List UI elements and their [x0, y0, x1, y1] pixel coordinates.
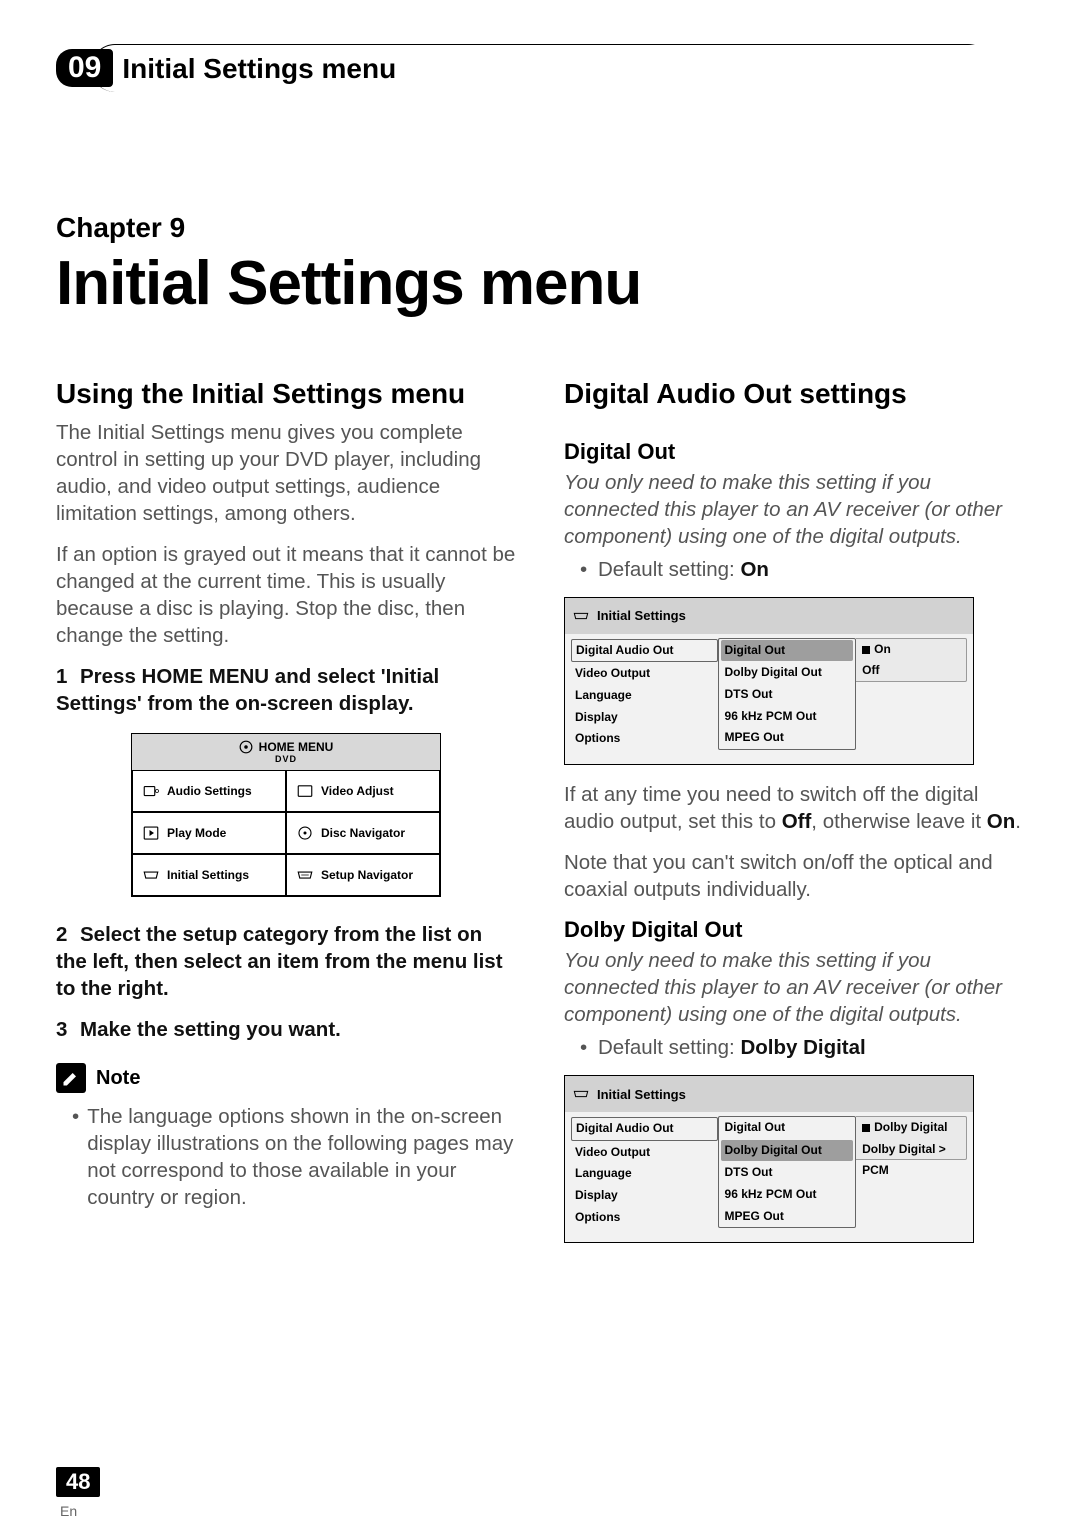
step-3: 3Make the setting you want.	[56, 1016, 516, 1043]
square-bullet-icon	[862, 1124, 870, 1132]
chapter-tab: 09	[56, 49, 113, 87]
settings-screenshot-digital-out: Initial Settings Digital Audio Out Video…	[564, 597, 974, 765]
settings1-col1: Digital Audio Out Video Output Language …	[571, 638, 718, 750]
using-section-title: Using the Initial Settings menu	[56, 377, 516, 411]
step-3-text: Make the setting you want.	[80, 1018, 341, 1041]
home-menu-header: HOME MENU DVD	[132, 734, 440, 770]
settings-header-2: Initial Settings	[565, 1076, 973, 1112]
home-menu-subtitle: DVD	[275, 754, 297, 764]
digital-out-heading: Digital Out	[564, 439, 1024, 465]
step-1: 1Press HOME MENU and select 'Initial Set…	[56, 663, 516, 717]
home-menu-cell-video-adjust: Video Adjust	[286, 770, 440, 812]
digital-out-default: Default setting: On	[580, 556, 1024, 583]
left-column: Using the Initial Settings menu The Init…	[56, 377, 516, 1259]
dolby-digital-default: Default setting: Dolby Digital	[580, 1034, 1024, 1061]
settings2-col1: Digital Audio Out Video Output Language …	[571, 1116, 718, 1228]
dolby-digital-italic: You only need to make this setting if yo…	[564, 947, 1024, 1028]
off-on-paragraph: If at any time you need to switch off th…	[564, 781, 1024, 835]
pencil-icon	[56, 1063, 86, 1093]
home-menu-cell-disc-navigator: Disc Navigator	[286, 812, 440, 854]
tray-icon	[573, 610, 589, 622]
step-2-text: Select the setup category from the list …	[56, 923, 503, 1000]
settings2-col2: Digital Out Dolby Digital Out DTS Out 96…	[718, 1116, 857, 1228]
language-code: En	[60, 1503, 77, 1519]
home-icon	[239, 740, 253, 754]
digital-audio-section-title: Digital Audio Out settings	[564, 377, 1024, 411]
page-number: 48	[56, 1467, 100, 1497]
step-2: 2Select the setup category from the list…	[56, 921, 516, 1002]
step-1-text: Press HOME MENU and select 'Initial Sett…	[56, 665, 439, 715]
settings-screenshot-dolby-digital: Initial Settings Digital Audio Out Video…	[564, 1075, 974, 1243]
home-menu-cell-initial-settings: Initial Settings	[132, 854, 286, 896]
note-header: Note	[56, 1063, 516, 1093]
square-bullet-icon	[862, 646, 870, 654]
optical-coaxial-note: Note that you can't switch on/off the op…	[564, 849, 1024, 903]
tray-icon	[573, 1088, 589, 1100]
home-menu-cell-play-mode: Play Mode	[132, 812, 286, 854]
digital-out-italic: You only need to make this setting if yo…	[564, 469, 1024, 550]
settings2-col3: Dolby Digital Dolby Digital > PCM	[856, 1116, 967, 1160]
page-title: Initial Settings menu	[56, 248, 1024, 319]
chapter-line: Chapter 9	[56, 212, 1024, 244]
dolby-digital-out-heading: Dolby Digital Out	[564, 917, 1024, 943]
header-title: Initial Settings menu	[91, 44, 992, 92]
note-label: Note	[96, 1067, 140, 1090]
home-menu-cell-audio-settings: Audio Settings	[132, 770, 286, 812]
content-columns: Using the Initial Settings menu The Init…	[56, 377, 1024, 1259]
left-para-2: If an option is grayed out it means that…	[56, 541, 516, 649]
note-text: The language options shown in the on-scr…	[56, 1103, 516, 1211]
settings-header-1: Initial Settings	[565, 598, 973, 634]
settings1-col2: Digital Out Dolby Digital Out DTS Out 96…	[718, 638, 857, 750]
home-menu-cell-setup-navigator: Setup Navigator	[286, 854, 440, 896]
left-para-1: The Initial Settings menu gives you comp…	[56, 419, 516, 527]
right-column: Digital Audio Out settings Digital Out Y…	[564, 377, 1024, 1259]
settings1-col3: On Off	[856, 638, 967, 682]
page-header: 09 Initial Settings menu	[56, 44, 1024, 92]
home-menu-diagram: HOME MENU DVD Audio Settings Video Adjus…	[131, 733, 441, 897]
